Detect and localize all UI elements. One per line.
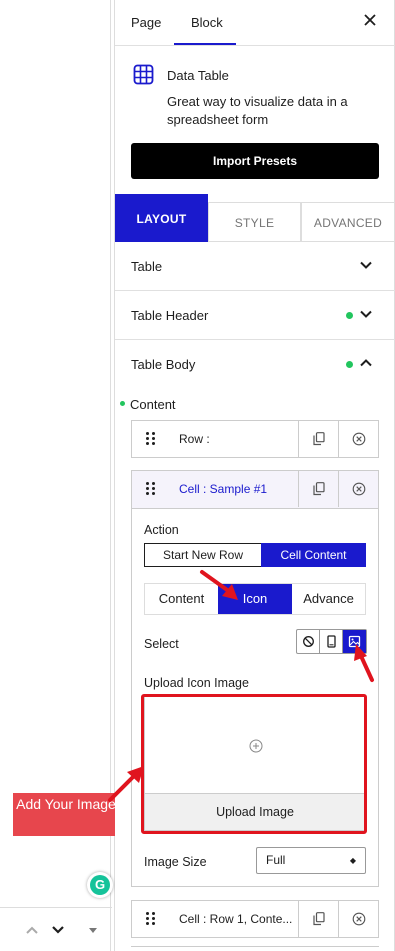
divider xyxy=(298,471,299,507)
duplicate-icon[interactable] xyxy=(313,912,325,926)
status-dot xyxy=(120,401,125,406)
annotation-callout: Add Your Image xyxy=(13,793,119,836)
remove-icon[interactable] xyxy=(352,912,366,926)
none-icon[interactable] xyxy=(297,630,320,653)
remove-icon[interactable] xyxy=(352,432,366,446)
duplicate-icon[interactable] xyxy=(313,432,325,446)
start-new-row-button[interactable]: Start New Row xyxy=(144,543,262,567)
item-label: Cell : Row 1, Conte... xyxy=(179,912,293,926)
status-dot xyxy=(346,312,353,319)
tab-layout[interactable]: LAYOUT xyxy=(115,194,208,242)
chevron-down-icon xyxy=(359,258,373,272)
content-label: Content xyxy=(130,397,176,412)
grammarly-icon: G xyxy=(90,875,110,895)
drag-handle-icon[interactable] xyxy=(146,912,156,926)
tab-page[interactable]: Page xyxy=(131,15,161,30)
select-label: Select xyxy=(144,637,179,651)
drag-handle-icon[interactable] xyxy=(146,432,156,446)
list-item[interactable]: Cell : Sample #1 xyxy=(132,471,378,509)
image-size-value: Full xyxy=(266,853,286,867)
section-label: Table Header xyxy=(131,308,209,323)
chevron-down-icon xyxy=(359,307,373,321)
caret-down-icon[interactable] xyxy=(87,922,99,942)
divider xyxy=(338,471,339,507)
list-item[interactable]: Cell : Row 1, Conte... xyxy=(131,900,379,938)
divider xyxy=(131,946,379,951)
divider xyxy=(338,901,339,937)
mode-tabs: LAYOUT STYLE ADVANCED xyxy=(115,194,395,242)
section-table-header[interactable]: Table Header xyxy=(115,291,395,340)
active-tab-indicator xyxy=(174,43,236,45)
section-label: Table xyxy=(131,259,163,274)
list-item[interactable]: Row : xyxy=(131,420,379,458)
status-dot xyxy=(346,361,353,368)
block-description: Great way to visualize data in a spreads… xyxy=(167,94,348,127)
duplicate-icon[interactable] xyxy=(313,482,325,496)
chevron-up-icon xyxy=(359,356,373,370)
icon-type-selector xyxy=(296,629,367,654)
divider xyxy=(298,421,299,457)
close-icon[interactable] xyxy=(363,12,377,32)
tab-content[interactable]: Content xyxy=(145,584,218,614)
section-table-body[interactable]: Table Body xyxy=(115,340,395,389)
tab-icon[interactable]: Icon xyxy=(218,584,292,614)
image-size-select[interactable]: Full ◆ xyxy=(256,847,366,874)
content-tabs: Content Icon Advance xyxy=(144,583,366,615)
grammarly-button[interactable]: G xyxy=(87,872,113,898)
select-caret-icon: ◆ xyxy=(349,856,356,865)
image-icon[interactable] xyxy=(343,630,366,653)
block-title: Data Table xyxy=(167,68,229,83)
remove-icon[interactable] xyxy=(352,482,366,496)
upload-label: Upload Icon Image xyxy=(144,676,249,690)
item-label: Cell : Sample #1 xyxy=(179,482,268,496)
import-presets-button[interactable]: Import Presets xyxy=(131,143,379,179)
table-icon xyxy=(133,64,154,85)
action-label: Action xyxy=(144,523,179,537)
tab-block[interactable]: Block xyxy=(191,15,223,30)
divider xyxy=(338,421,339,457)
divider xyxy=(298,901,299,937)
image-size-label: Image Size xyxy=(144,855,207,869)
tab-advance[interactable]: Advance xyxy=(292,584,365,614)
cell-content-button[interactable]: Cell Content xyxy=(261,543,366,567)
tab-advanced[interactable]: ADVANCED xyxy=(301,202,395,242)
chevron-down-icon[interactable] xyxy=(50,922,66,942)
block-navigation xyxy=(0,907,112,951)
section-label: Table Body xyxy=(131,357,196,372)
annotation-highlight xyxy=(141,694,367,834)
drag-handle-icon[interactable] xyxy=(146,482,156,496)
tab-style[interactable]: STYLE xyxy=(208,202,301,242)
panel-tabs: Page Block xyxy=(115,0,395,46)
device-icon[interactable] xyxy=(320,630,343,653)
chevron-up-icon[interactable] xyxy=(24,922,40,942)
item-label: Row : xyxy=(179,432,210,446)
section-table[interactable]: Table xyxy=(115,242,395,291)
